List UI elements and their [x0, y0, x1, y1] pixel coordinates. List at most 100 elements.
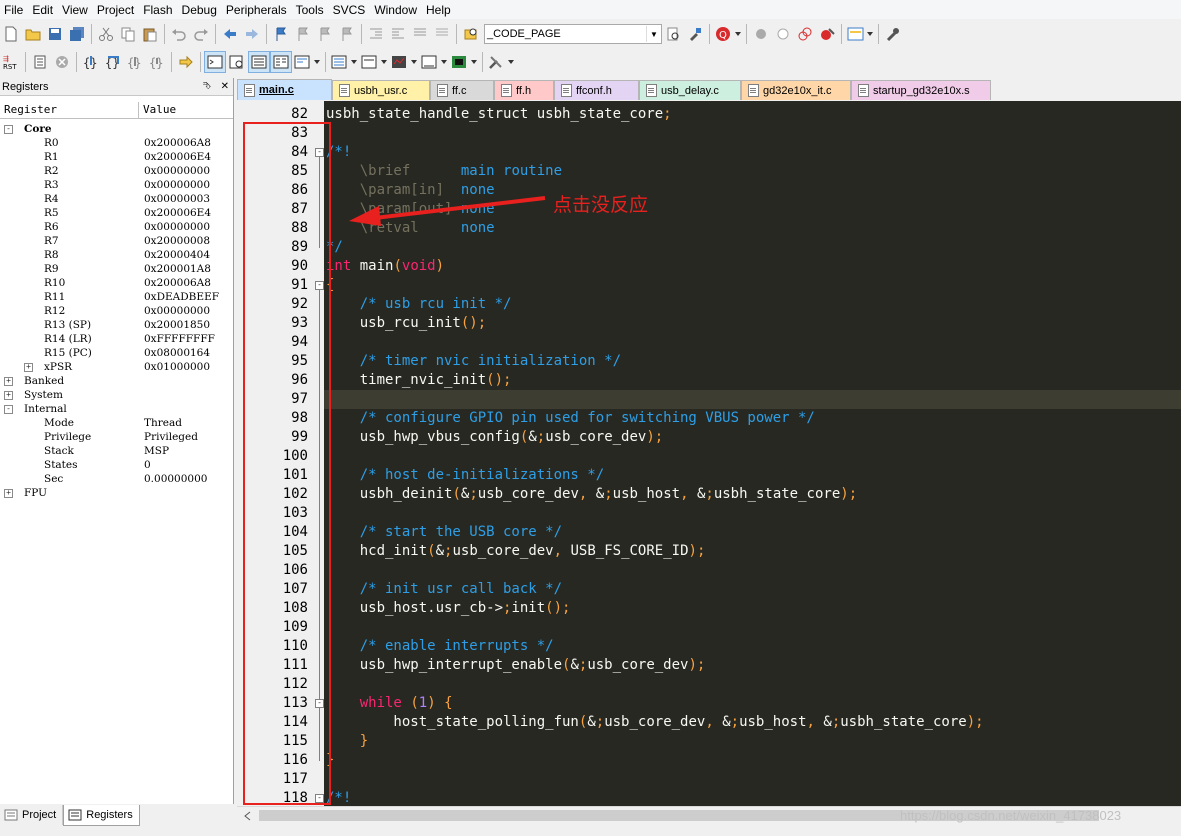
menu-peripherals[interactable]: Peripherals	[222, 3, 292, 17]
register-row[interactable]: R6 0x00000000	[0, 220, 233, 234]
register-value[interactable]: Thread	[144, 416, 182, 430]
register-value[interactable]: 0x20000404	[144, 248, 210, 262]
code-line[interactable]: usb_hwp_vbus_config(&;usb_core_dev);	[326, 428, 664, 447]
file-tab-main-c[interactable]: main.c	[237, 79, 332, 100]
code-line[interactable]: /* host de-initializations */	[326, 466, 604, 485]
command-window-icon[interactable]	[204, 51, 226, 73]
group-core[interactable]: - Core	[0, 122, 233, 136]
step-out-icon[interactable]: {}	[124, 51, 146, 73]
register-value[interactable]: 0x200006E4	[144, 150, 211, 164]
register-value[interactable]: 0x00000000	[144, 178, 210, 192]
register-row[interactable]: R1 0x200006E4	[0, 150, 233, 164]
open-file-icon[interactable]	[22, 23, 44, 45]
register-row[interactable]: R2 0x00000000	[0, 164, 233, 178]
paste-icon[interactable]	[139, 23, 161, 45]
save-all-icon[interactable]	[66, 23, 88, 45]
group-banked[interactable]: + Banked	[0, 374, 233, 388]
register-value[interactable]: 0x200006A8	[144, 276, 211, 290]
breakpoint-kill-all-icon[interactable]	[816, 23, 838, 45]
find-in-files-icon[interactable]	[460, 23, 482, 45]
register-row[interactable]: R13 (SP) 0x20001850	[0, 318, 233, 332]
collapse-icon[interactable]: -	[4, 405, 13, 414]
run-icon[interactable]	[29, 51, 51, 73]
step-into-icon[interactable]: {}	[80, 51, 102, 73]
group-fpu[interactable]: + FPU	[0, 486, 233, 500]
breakpoint-enable-icon[interactable]	[772, 23, 794, 45]
code-line[interactable]: /* timer nvic initialization */	[326, 352, 621, 371]
registers-window-icon[interactable]	[270, 51, 292, 73]
bookmark-clear-icon[interactable]	[336, 23, 358, 45]
register-value[interactable]: 0x00000000	[144, 164, 210, 178]
code-line[interactable]: /* start the USB core */	[326, 523, 562, 542]
uncomment-icon[interactable]	[431, 23, 453, 45]
group-system[interactable]: + System	[0, 388, 233, 402]
file-tab-gd32e10x-it-c[interactable]: gd32e10x_it.c	[741, 80, 851, 100]
register-value[interactable]: 0x20000008	[144, 234, 210, 248]
register-row[interactable]: Mode Thread	[0, 416, 233, 430]
register-value[interactable]: 0xFFFFFFFF	[144, 332, 215, 346]
file-tab-ffconf-h[interactable]: ffconf.h	[554, 80, 639, 100]
code-line[interactable]: usb_rcu_init();	[326, 314, 486, 333]
register-row[interactable]: R3 0x00000000	[0, 178, 233, 192]
undo-icon[interactable]	[168, 23, 190, 45]
indent-icon[interactable]	[365, 23, 387, 45]
toolbox-button[interactable]	[486, 51, 516, 73]
expand-icon[interactable]: +	[4, 489, 13, 498]
file-tab-ff-c[interactable]: ff.c	[430, 80, 494, 100]
register-value[interactable]: 0xDEADBEEF	[144, 290, 219, 304]
menu-file[interactable]: File	[0, 3, 28, 17]
menu-window[interactable]: Window	[370, 3, 422, 17]
menu-edit[interactable]: Edit	[28, 3, 58, 17]
register-row[interactable]: + xPSR 0x01000000	[0, 360, 233, 374]
bookmark-prev-icon[interactable]	[292, 23, 314, 45]
file-tab-usb-delay-c[interactable]: usb_delay.c	[639, 80, 741, 100]
register-value[interactable]: Privileged	[144, 430, 198, 444]
collapse-icon[interactable]: -	[4, 125, 13, 134]
menu-flash[interactable]: Flash	[139, 3, 177, 17]
incremental-find-icon[interactable]	[684, 23, 706, 45]
call-stack-window-button[interactable]	[292, 51, 322, 73]
memory-window-button[interactable]	[359, 51, 389, 73]
trace-window-button[interactable]	[449, 51, 479, 73]
redo-icon[interactable]	[190, 23, 212, 45]
analysis-window-button[interactable]	[419, 51, 449, 73]
scroll-left-icon[interactable]	[243, 811, 251, 821]
register-value[interactable]: 0x00000000	[144, 220, 210, 234]
code-line[interactable]: usb_host.usr_cb->;init();	[326, 599, 571, 618]
code-line[interactable]: int main(void)	[326, 257, 444, 276]
register-value[interactable]: 0x200006E4	[144, 206, 211, 220]
run-to-cursor-icon[interactable]: {}	[146, 51, 168, 73]
column-value[interactable]: Value	[139, 102, 176, 118]
register-value[interactable]: 0x08000164	[144, 346, 210, 360]
register-row[interactable]: R5 0x200006E4	[0, 206, 233, 220]
cut-icon[interactable]	[95, 23, 117, 45]
code-line[interactable]: }	[326, 732, 368, 751]
register-value[interactable]: 0x200006A8	[144, 136, 211, 150]
comment-icon[interactable]	[409, 23, 431, 45]
group-internal[interactable]: - Internal	[0, 402, 233, 416]
bookmark-next-icon[interactable]	[314, 23, 336, 45]
new-file-icon[interactable]	[0, 23, 22, 45]
file-tab-ff-h[interactable]: ff.h	[494, 80, 554, 100]
register-value[interactable]: MSP	[144, 444, 169, 458]
register-row[interactable]: Stack MSP	[0, 444, 233, 458]
watch-window-button[interactable]	[329, 51, 359, 73]
register-row[interactable]: R8 0x20000404	[0, 248, 233, 262]
breakpoint-disable-all-icon[interactable]	[794, 23, 816, 45]
menu-project[interactable]: Project	[93, 3, 139, 17]
pin-icon[interactable]: ⮷	[203, 81, 211, 92]
copy-icon[interactable]	[117, 23, 139, 45]
expand-icon[interactable]: +	[24, 363, 33, 372]
code-line[interactable]: usbh_deinit(&;usb_core_dev, &;usb_host, …	[326, 485, 857, 504]
expand-icon[interactable]: +	[4, 377, 13, 386]
register-value[interactable]: 0.00000000	[144, 472, 207, 486]
column-register[interactable]: Register	[0, 102, 139, 118]
register-row[interactable]: States 0	[0, 458, 233, 472]
configure-icon[interactable]	[882, 23, 904, 45]
unindent-icon[interactable]	[387, 23, 409, 45]
code-line[interactable]: usbh_state_handle_struct usbh_state_core…	[326, 105, 672, 124]
register-row[interactable]: R4 0x00000003	[0, 192, 233, 206]
code-line[interactable]: /* usb rcu init */	[326, 295, 512, 314]
code-line[interactable]: \brief main routine	[326, 162, 562, 181]
debug-session-button[interactable]: Q	[713, 23, 743, 45]
